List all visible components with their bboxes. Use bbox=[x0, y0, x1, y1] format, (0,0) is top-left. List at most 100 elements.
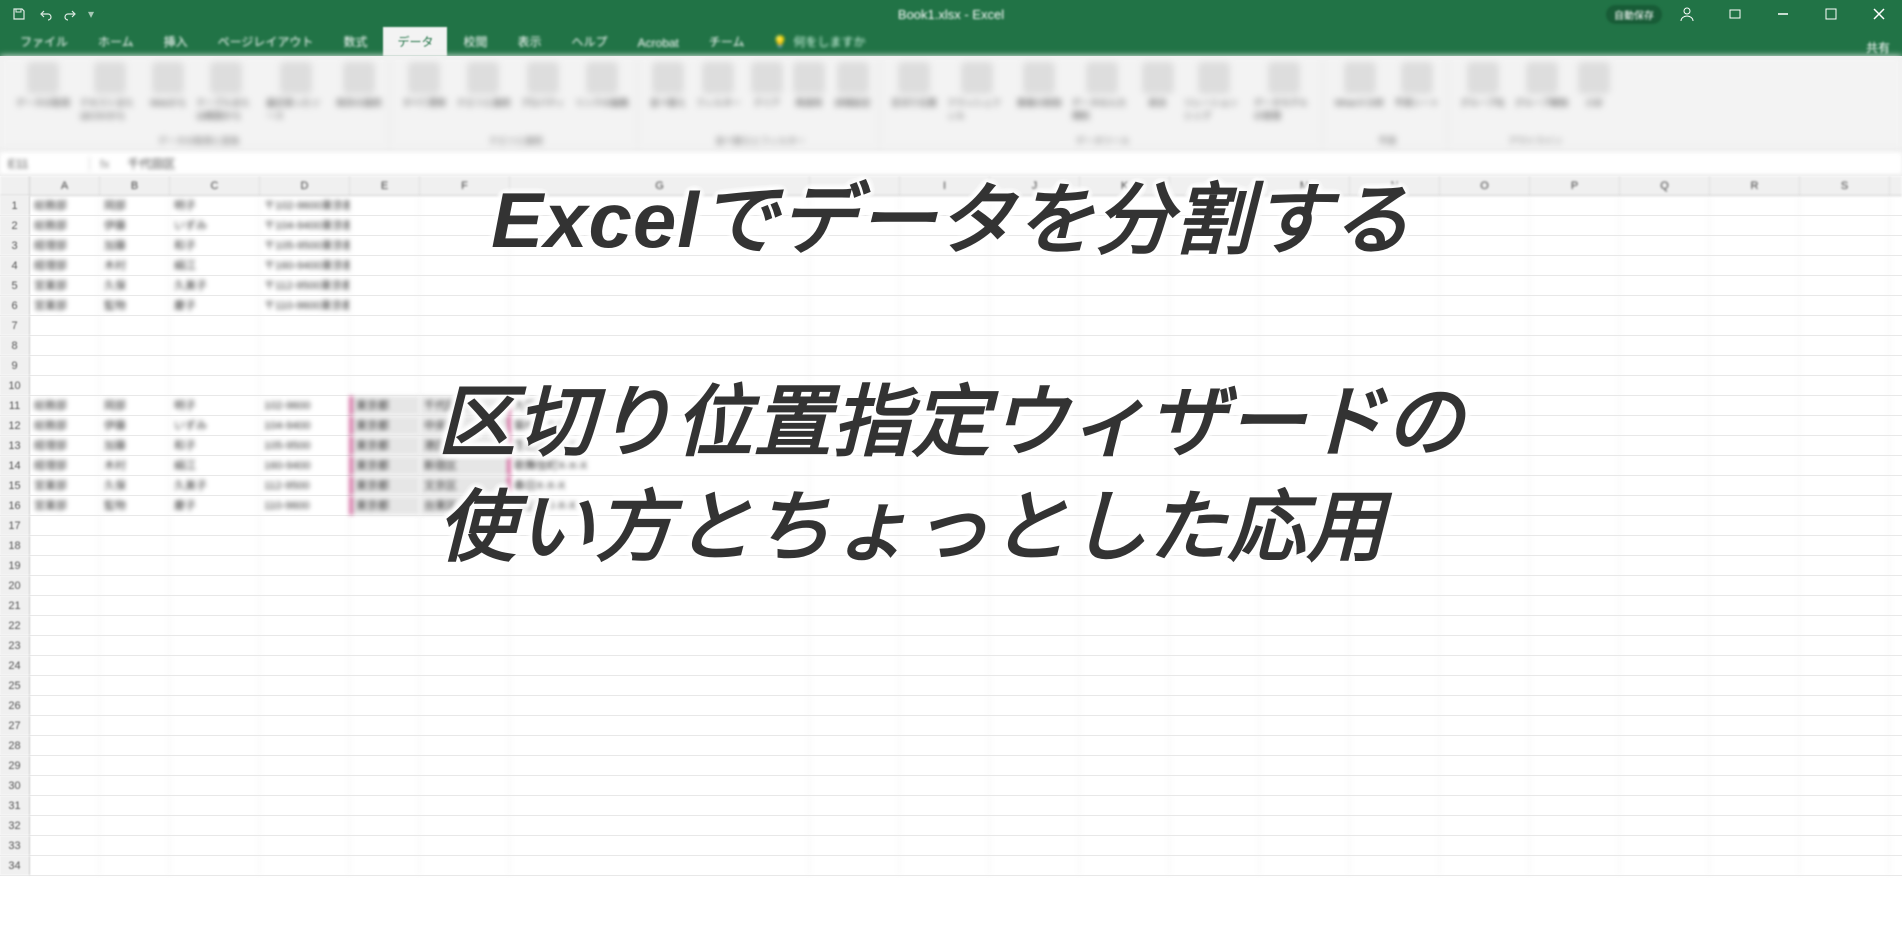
cell[interactable] bbox=[510, 816, 810, 835]
cell[interactable] bbox=[170, 796, 260, 815]
cell[interactable] bbox=[1260, 616, 1350, 635]
cell[interactable] bbox=[260, 696, 350, 715]
cell[interactable] bbox=[810, 816, 900, 835]
cell[interactable] bbox=[1260, 536, 1350, 555]
cell[interactable] bbox=[350, 796, 420, 815]
cell[interactable] bbox=[1350, 636, 1440, 655]
cell[interactable] bbox=[1170, 236, 1260, 255]
cell[interactable] bbox=[420, 296, 510, 315]
cell[interactable] bbox=[1350, 656, 1440, 675]
cell[interactable] bbox=[1710, 636, 1800, 655]
table-row[interactable]: 20 bbox=[0, 576, 1902, 596]
grid[interactable]: 1総務部岡部明子〒102-9600東京都千代田区九段南X-X-X2総務部伊藤いず… bbox=[0, 196, 1902, 876]
cell[interactable] bbox=[1620, 816, 1710, 835]
cell[interactable] bbox=[170, 616, 260, 635]
table-row[interactable]: 27 bbox=[0, 716, 1902, 736]
cell[interactable] bbox=[170, 656, 260, 675]
cell[interactable] bbox=[420, 696, 510, 715]
column-header[interactable]: O bbox=[1440, 176, 1530, 195]
cell[interactable] bbox=[1170, 556, 1260, 575]
cell[interactable] bbox=[1440, 436, 1530, 455]
cell[interactable] bbox=[990, 416, 1080, 435]
cell[interactable] bbox=[1440, 356, 1530, 375]
column-header[interactable]: E bbox=[350, 176, 420, 195]
tab-data[interactable]: データ bbox=[383, 27, 447, 56]
cell[interactable] bbox=[260, 636, 350, 655]
cell[interactable] bbox=[100, 776, 170, 795]
cell[interactable] bbox=[1080, 596, 1170, 615]
cell[interactable] bbox=[510, 656, 810, 675]
cell[interactable] bbox=[100, 616, 170, 635]
cell[interactable] bbox=[1350, 196, 1440, 215]
cell[interactable] bbox=[510, 636, 810, 655]
cell[interactable] bbox=[1080, 396, 1170, 415]
cell[interactable] bbox=[990, 776, 1080, 795]
row-number[interactable]: 33 bbox=[0, 836, 30, 855]
cell[interactable] bbox=[1710, 716, 1800, 735]
cell[interactable]: 中央区 bbox=[420, 416, 510, 435]
ribbon-button[interactable]: テキストまたはCSVから bbox=[78, 60, 142, 124]
cell[interactable] bbox=[420, 336, 510, 355]
cell[interactable] bbox=[1620, 576, 1710, 595]
cell[interactable] bbox=[1620, 656, 1710, 675]
cell[interactable] bbox=[1710, 796, 1800, 815]
row-number[interactable]: 3 bbox=[0, 236, 30, 255]
cell[interactable] bbox=[990, 276, 1080, 295]
cell[interactable] bbox=[1350, 596, 1440, 615]
select-all-corner[interactable] bbox=[0, 176, 30, 195]
cell[interactable]: 伊藤 bbox=[100, 216, 170, 235]
cell[interactable] bbox=[1260, 456, 1350, 475]
cell[interactable]: 東京都 bbox=[350, 456, 420, 475]
column-header[interactable]: Q bbox=[1620, 176, 1710, 195]
cell[interactable]: いずみ bbox=[170, 216, 260, 235]
cell[interactable] bbox=[1530, 636, 1620, 655]
cell[interactable] bbox=[1350, 756, 1440, 775]
cell[interactable] bbox=[1710, 496, 1800, 515]
ribbon-button[interactable]: データの取得 bbox=[14, 60, 72, 111]
ribbon-button[interactable]: データモデルの管理 bbox=[1252, 60, 1316, 124]
cell[interactable] bbox=[900, 656, 990, 675]
cell[interactable] bbox=[810, 536, 900, 555]
cell[interactable] bbox=[810, 576, 900, 595]
cell[interactable] bbox=[100, 376, 170, 395]
ribbon-button[interactable]: 最近使ったソース bbox=[264, 60, 328, 124]
cell[interactable] bbox=[1170, 196, 1260, 215]
table-row[interactable]: 7 bbox=[0, 316, 1902, 336]
cell[interactable] bbox=[990, 296, 1080, 315]
cell[interactable] bbox=[1800, 836, 1890, 855]
cell[interactable] bbox=[1440, 296, 1530, 315]
cell[interactable] bbox=[1170, 776, 1260, 795]
cell[interactable] bbox=[30, 756, 100, 775]
cell[interactable]: 千代田区 bbox=[420, 396, 510, 415]
cell[interactable] bbox=[1170, 496, 1260, 515]
cell[interactable] bbox=[1260, 836, 1350, 855]
cell[interactable] bbox=[1080, 696, 1170, 715]
row-number[interactable]: 28 bbox=[0, 736, 30, 755]
cell[interactable] bbox=[900, 756, 990, 775]
cell[interactable] bbox=[1080, 336, 1170, 355]
cell[interactable] bbox=[1440, 396, 1530, 415]
cell[interactable] bbox=[900, 716, 990, 735]
cell[interactable] bbox=[420, 316, 510, 335]
table-row[interactable]: 17 bbox=[0, 516, 1902, 536]
cell[interactable] bbox=[1710, 256, 1800, 275]
cell[interactable] bbox=[1710, 676, 1800, 695]
cell[interactable] bbox=[350, 556, 420, 575]
cell[interactable] bbox=[1800, 656, 1890, 675]
cell[interactable] bbox=[1260, 576, 1350, 595]
row-number[interactable]: 21 bbox=[0, 596, 30, 615]
cell[interactable] bbox=[1170, 656, 1260, 675]
cell[interactable] bbox=[170, 756, 260, 775]
cell[interactable] bbox=[1710, 516, 1800, 535]
row-number[interactable]: 26 bbox=[0, 696, 30, 715]
cell[interactable] bbox=[1350, 576, 1440, 595]
cell[interactable] bbox=[1350, 316, 1440, 335]
cell[interactable] bbox=[30, 536, 100, 555]
cell[interactable] bbox=[420, 196, 510, 215]
cell[interactable] bbox=[1530, 776, 1620, 795]
cell[interactable] bbox=[260, 656, 350, 675]
cell[interactable] bbox=[1170, 476, 1260, 495]
cell[interactable] bbox=[1800, 296, 1890, 315]
cell[interactable] bbox=[1710, 816, 1800, 835]
account-icon[interactable] bbox=[1664, 0, 1710, 28]
